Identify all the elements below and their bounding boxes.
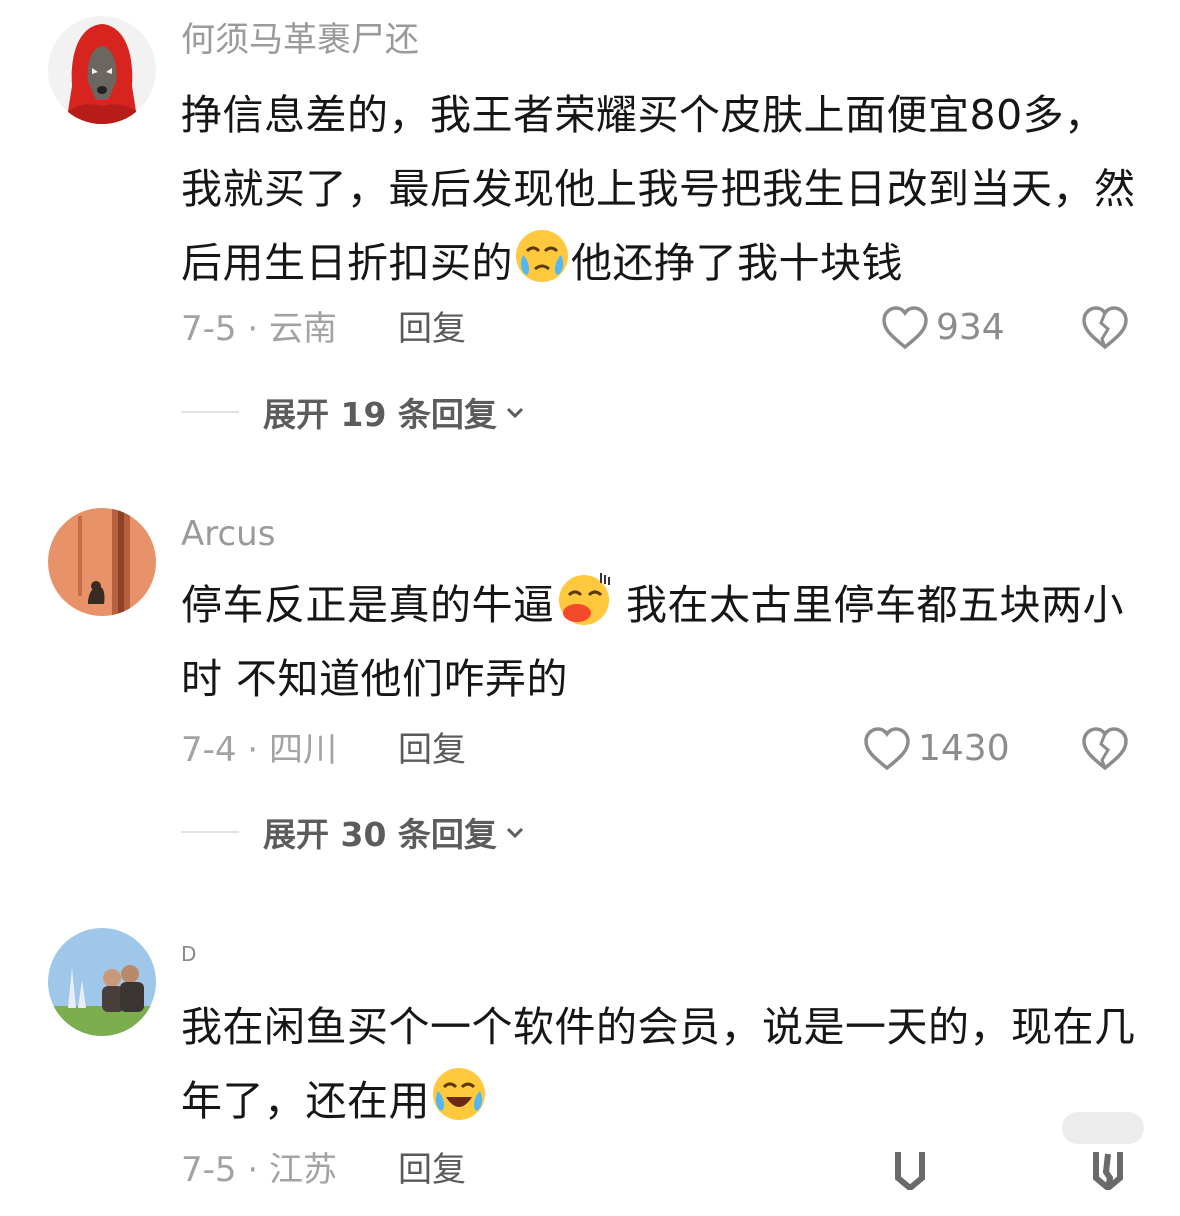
- comment-text-part: 我在闲鱼买个一个软件的会员，说是一天的，现在几年了，还在用: [181, 1003, 1136, 1125]
- expand-replies-label[interactable]: 展开 30 条回复: [263, 808, 497, 856]
- expand-replies[interactable]: 展开 19 条回复: [181, 388, 527, 436]
- username[interactable]: D: [181, 932, 196, 976]
- reply-button[interactable]: 回复: [398, 728, 466, 772]
- heart-icon[interactable]: [890, 1148, 930, 1190]
- expand-replies-label[interactable]: 展开 19 条回复: [263, 388, 497, 436]
- divider: [181, 831, 239, 833]
- comment-date-location: 7-5 · 云南: [181, 309, 337, 349]
- broken-heart-icon: [1080, 726, 1130, 772]
- reply-button[interactable]: 回复: [398, 307, 466, 351]
- dislike-button[interactable]: [1080, 305, 1130, 351]
- like-button[interactable]: 934: [880, 305, 1005, 351]
- heart-icon: [862, 726, 912, 772]
- like-button[interactable]: 1430: [862, 726, 1010, 772]
- like-count: 934: [936, 307, 1005, 348]
- divider: [181, 411, 239, 413]
- broken-heart-icon: [1080, 305, 1130, 351]
- crying-face-emoji: [513, 227, 571, 285]
- comment-text: 我在闲鱼买个一个软件的会员，说是一天的，现在几年了，还在用: [181, 990, 1141, 1138]
- broken-heart-icon[interactable]: [1088, 1148, 1128, 1190]
- like-count: 1430: [918, 728, 1010, 769]
- comment-text: 停车反正是真的牛逼 我在太古里停车都五块两小时 不知道他们咋弄的: [181, 568, 1141, 716]
- username[interactable]: 何须马革裹尸还: [181, 18, 419, 62]
- kiss-face-emoji: [555, 569, 613, 627]
- username[interactable]: Arcus: [181, 512, 275, 556]
- comment-date-location: 7-4 · 四川: [181, 730, 337, 770]
- comment-date-location: 7-5 · 江苏: [181, 1150, 337, 1190]
- reply-button[interactable]: 回复: [398, 1148, 466, 1192]
- avatar[interactable]: [48, 928, 156, 1036]
- heart-icon: [880, 305, 930, 351]
- avatar[interactable]: [48, 508, 156, 616]
- expand-replies[interactable]: 展开 30 条回复: [181, 808, 527, 856]
- comment-text-part: 停车反正是真的牛逼: [181, 581, 555, 629]
- comment-text-part: 他还挣了我十块钱: [571, 239, 903, 287]
- chevron-down-icon: [503, 820, 527, 844]
- laugh-cry-emoji: [430, 1065, 488, 1123]
- avatar[interactable]: [48, 16, 156, 124]
- chevron-down-icon: [503, 400, 527, 424]
- comment-text: 挣信息差的，我王者荣耀买个皮肤上面便宜80多，我就买了，最后发现他上我号把我生日…: [181, 78, 1141, 300]
- watermark: [1062, 1112, 1144, 1144]
- dislike-button[interactable]: [1080, 726, 1130, 772]
